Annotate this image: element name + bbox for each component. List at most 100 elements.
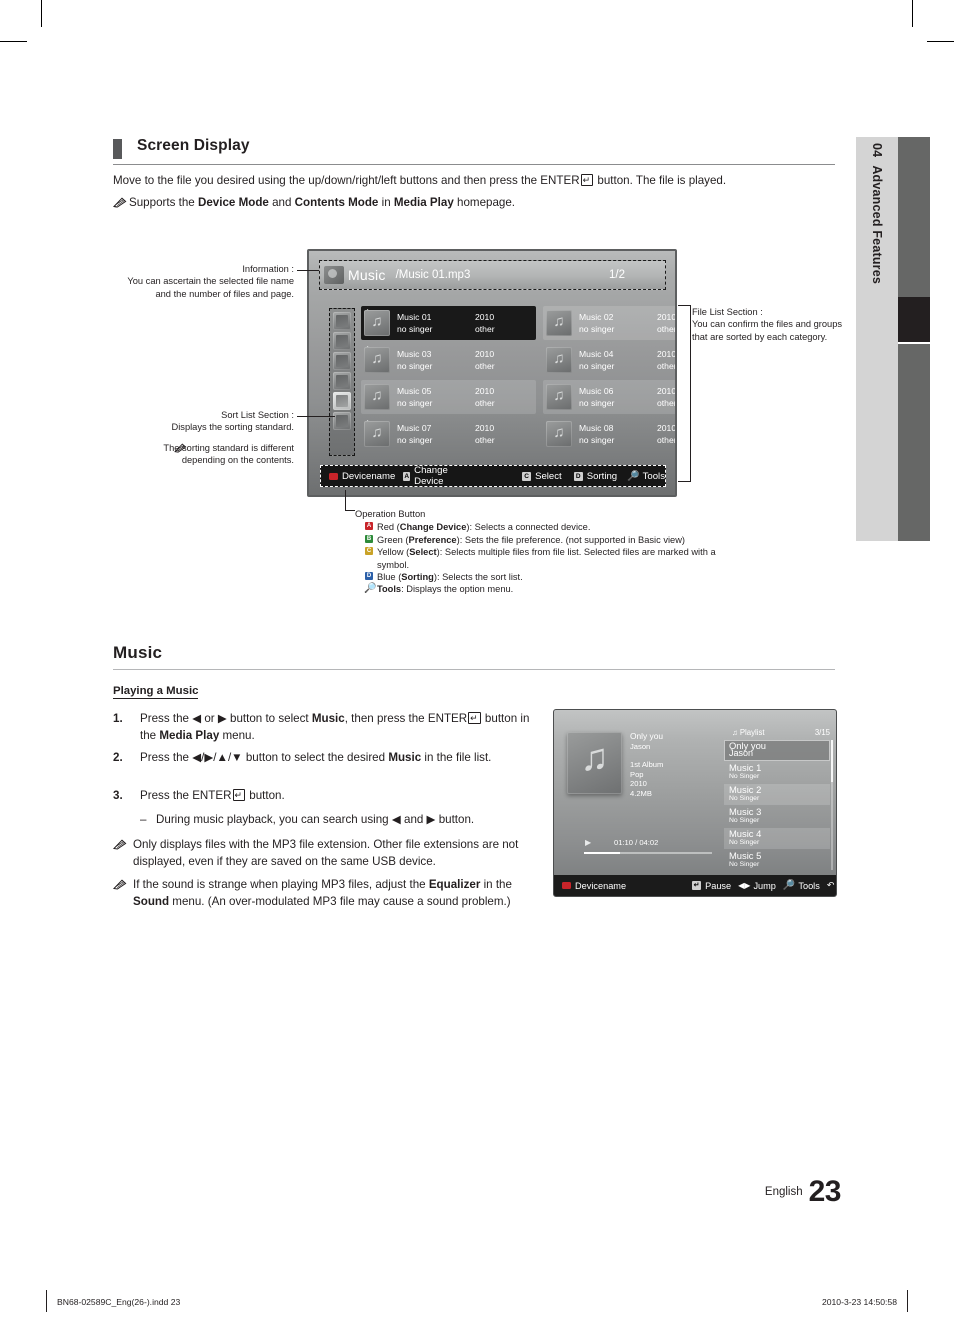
- file-year: 2010: [475, 312, 495, 322]
- file-list-section: ✓ Music 01 no singer 2010 other Music 02…: [361, 306, 675, 456]
- file-singer: no singer: [579, 435, 615, 445]
- player-tools-label: Tools: [798, 880, 820, 891]
- playlist-count: 3/15: [814, 728, 830, 737]
- callout-information-title: Information :: [242, 264, 294, 274]
- track-year: 2010: [630, 779, 647, 789]
- operation-blue-bold: Sorting: [401, 572, 434, 583]
- file-list-item[interactable]: Music 05 no singer 2010 other: [361, 380, 536, 414]
- player-footer-devicename: Devicename: [562, 881, 626, 891]
- file-genre: other: [475, 398, 495, 408]
- artist-icon[interactable]: [333, 352, 351, 370]
- playlist-item[interactable]: Music 1 No Singer: [724, 762, 830, 783]
- language-label: English: [764, 1186, 803, 1198]
- playlist-item[interactable]: Music 2 No Singer: [724, 784, 830, 805]
- playlist-item[interactable]: Music 5 No Singer: [724, 850, 830, 871]
- chapter-tab-label: 04 Advanced Features: [856, 137, 898, 541]
- mp3-extension-note: Only displays files with the MP3 file ex…: [112, 836, 543, 870]
- step-1-e: Media Play: [159, 729, 220, 742]
- file-genre: other: [657, 324, 677, 334]
- screen-information-bar: Music /Music 01.mp3 1/2: [319, 260, 666, 290]
- file-name: Music 08: [579, 423, 614, 433]
- track-info-panel: Only you Jason 1st Album Pop 2010 4.2MB: [630, 731, 710, 799]
- playlist-scrollbar-thumb[interactable]: [831, 740, 833, 782]
- music-thumbnail-icon: [364, 384, 390, 410]
- album-icon[interactable]: [333, 372, 351, 390]
- step-2: 2. Press the ◀/▶/▲/▼ button to select th…: [113, 749, 543, 766]
- crop-mark-top-right-h: [927, 41, 954, 42]
- intro-paragraph: Move to the file you desired using the u…: [113, 173, 843, 188]
- file-singer: no singer: [397, 324, 433, 334]
- operation-tools-bold: Tools: [377, 584, 402, 595]
- album-art-icon: [567, 732, 622, 794]
- track-size: 4.2MB: [630, 788, 652, 798]
- file-list-item[interactable]: Music 08 no singer 2010 other: [543, 417, 675, 451]
- playlist-item-singer: No Singer: [729, 795, 760, 802]
- equalizer-note: If the sound is strange when playing MP3…: [112, 876, 543, 910]
- screen-title: Music: [348, 267, 386, 283]
- file-year: 2010: [657, 386, 677, 396]
- pencil-note-icon: [112, 838, 127, 855]
- key-b-icon: B: [365, 534, 373, 543]
- playlist-item-singer: No Singer: [729, 817, 760, 824]
- file-name: Music 06: [579, 386, 614, 396]
- file-list-item[interactable]: Music 04 no singer 2010 other: [543, 343, 677, 377]
- file-singer: no singer: [579, 361, 615, 371]
- playlist-item[interactable]: Music 3 No Singer: [724, 806, 830, 827]
- step-1-number: 1.: [113, 712, 123, 725]
- track-genre: Pop: [630, 769, 644, 779]
- playlist-item[interactable]: Music 4 No Singer: [724, 828, 830, 849]
- equalizer-note-b: Equalizer: [428, 878, 481, 891]
- playlist-item[interactable]: Only you Jason: [724, 740, 830, 761]
- file-list-item[interactable]: ✓ Music 03 no singer 2010 other: [361, 343, 536, 377]
- file-genre: other: [475, 361, 495, 371]
- sort-list-section[interactable]: [329, 308, 355, 456]
- footer-sorting[interactable]: D Sorting: [573, 471, 617, 482]
- chapter-number: 04: [870, 143, 884, 158]
- tools-icon: 🔎: [364, 583, 377, 595]
- tools-icon: 🔎: [627, 470, 640, 482]
- music-thumbnail-icon: [546, 384, 572, 410]
- footer-change-device[interactable]: A Change Device: [403, 465, 464, 487]
- footer-rule-left: [46, 1290, 47, 1312]
- playlist-scrollbar[interactable]: [831, 740, 833, 870]
- progress-bar-fill: [584, 852, 620, 854]
- music-heading: Music: [113, 643, 163, 662]
- callout-sort-list: Sort List Section : Displays the sorting…: [118, 409, 294, 467]
- player-footer-pause[interactable]: ↵ Pause: [692, 881, 731, 891]
- heading-bar-accent: [113, 139, 122, 159]
- operation-green-prefix: Green (: [377, 534, 409, 545]
- operation-button-bar: Devicename A Change Device C Select D So…: [320, 465, 666, 487]
- footer-select[interactable]: C Select: [522, 471, 562, 482]
- jump-label: Jump: [753, 880, 776, 891]
- music-section-heading-block: Music: [113, 643, 835, 671]
- footer-tools[interactable]: 🔎 Tools: [627, 471, 665, 482]
- mood-icon[interactable]: [333, 412, 351, 430]
- file-list-item[interactable]: Music 02 no singer 2010 other: [543, 306, 677, 340]
- file-singer: no singer: [397, 398, 433, 408]
- enter-key-icon: ↵: [580, 174, 594, 186]
- file-list-item[interactable]: Music 06 no singer 2010 other: [543, 380, 677, 414]
- file-year: 2010: [475, 386, 495, 396]
- player-footer-jump[interactable]: ◀▶ Jump: [738, 881, 776, 891]
- progress-bar[interactable]: [584, 852, 712, 854]
- intro-note: Supports the Device Mode and Contents Mo…: [112, 195, 843, 212]
- file-name: Music 07: [397, 423, 432, 433]
- file-year: 2010: [657, 349, 677, 359]
- step-1: 1. Press the ◀ or ▶ button to select Mus…: [113, 710, 543, 744]
- player-footer-return[interactable]: ↶ Return: [827, 880, 836, 891]
- leader-line-sort-list: [297, 416, 335, 417]
- file-list-item[interactable]: ✓ Music 07 no singer 2010 other: [361, 417, 536, 451]
- note-device-mode: Device Mode: [197, 196, 269, 209]
- playlist-item-singer: No Singer: [729, 861, 760, 868]
- player-footer-tools[interactable]: 🔎 Tools: [783, 880, 820, 891]
- file-list-item[interactable]: ✓ Music 01 no singer 2010 other: [361, 306, 536, 340]
- pause-label: Pause: [705, 880, 732, 891]
- file-singer: no singer: [397, 435, 433, 445]
- track-title: Only you: [630, 731, 664, 741]
- folder-icon[interactable]: [333, 312, 351, 330]
- sort-az-icon[interactable]: [333, 332, 351, 350]
- enter-key-icon: ↵: [232, 789, 246, 801]
- devicename-label: Devicename: [342, 470, 396, 482]
- genre-icon[interactable]: [333, 392, 351, 410]
- file-genre: other: [657, 361, 677, 371]
